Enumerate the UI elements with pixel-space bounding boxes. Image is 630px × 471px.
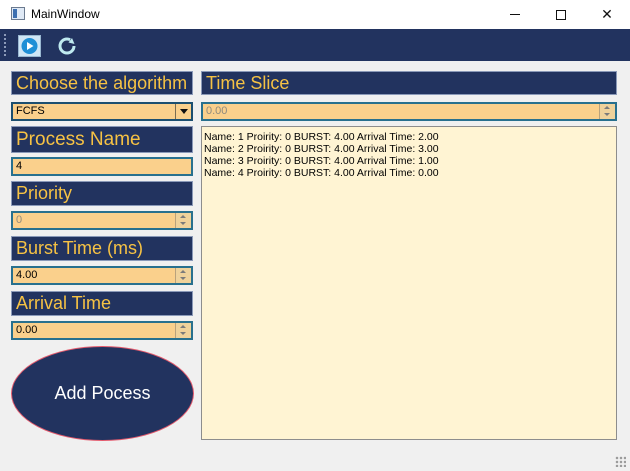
priority-spinbox[interactable]: 0 (11, 211, 193, 230)
process-name-value: 4 (16, 160, 23, 172)
status-bar (0, 451, 630, 471)
priority-stepper[interactable] (175, 213, 191, 228)
process-list-output[interactable]: Name: 1 Proirity: 0 BURST: 4.00 Arrival … (201, 126, 617, 440)
process-name-input[interactable]: 4 (11, 157, 193, 176)
process-entry: Name: 2 Proirity: 0 BURST: 4.00 Arrival … (204, 143, 439, 155)
time-slice-stepper[interactable] (599, 104, 615, 119)
arrival-time-stepper[interactable] (175, 323, 191, 338)
maximize-button[interactable] (538, 0, 584, 29)
process-entry: Name: 3 Proirity: 0 BURST: 4.00 Arrival … (204, 155, 439, 167)
burst-time-stepper[interactable] (175, 268, 191, 283)
time-slice-spinbox[interactable]: 0.00 (201, 102, 617, 121)
resize-grip-icon[interactable] (615, 456, 626, 467)
maximize-icon (556, 9, 566, 20)
refresh-icon (58, 37, 76, 54)
toolbar-grip[interactable] (4, 34, 7, 56)
time-slice-label: Time Slice (201, 71, 617, 95)
process-entry: Name: 4 Proirity: 0 BURST: 4.00 Arrival … (204, 167, 439, 179)
title-bar: MainWindow ✕ (0, 0, 630, 29)
algorithm-combobox[interactable]: FCFS (11, 102, 193, 121)
priority-label: Priority (11, 181, 193, 206)
toolbar (0, 29, 630, 61)
arrival-time-spinbox[interactable]: 0.00 (11, 321, 193, 340)
reset-button[interactable] (54, 33, 80, 58)
close-button[interactable]: ✕ (584, 0, 630, 29)
app-window-icon (11, 7, 25, 20)
burst-time-value: 4.00 (16, 269, 38, 281)
minimize-icon (510, 14, 520, 15)
add-process-button[interactable]: Add Pocess (11, 346, 194, 441)
window-title: MainWindow (31, 7, 100, 21)
play-icon (17, 34, 41, 57)
burst-time-label: Burst Time (ms) (11, 236, 193, 261)
chevron-down-icon[interactable] (175, 104, 191, 119)
arrival-time-value: 0.00 (16, 324, 38, 336)
algorithm-value: FCFS (16, 105, 45, 117)
arrival-time-label: Arrival Time (11, 291, 193, 316)
priority-value: 0 (16, 214, 23, 226)
process-entry: Name: 1 Proirity: 0 BURST: 4.00 Arrival … (204, 131, 439, 143)
run-button[interactable] (16, 33, 42, 58)
burst-time-spinbox[interactable]: 4.00 (11, 266, 193, 285)
minimize-button[interactable] (492, 0, 538, 29)
time-slice-value: 0.00 (206, 105, 228, 117)
process-name-label: Process Name (11, 126, 193, 153)
close-icon: ✕ (601, 6, 613, 22)
algorithm-label: Choose the algorithm (11, 71, 193, 95)
